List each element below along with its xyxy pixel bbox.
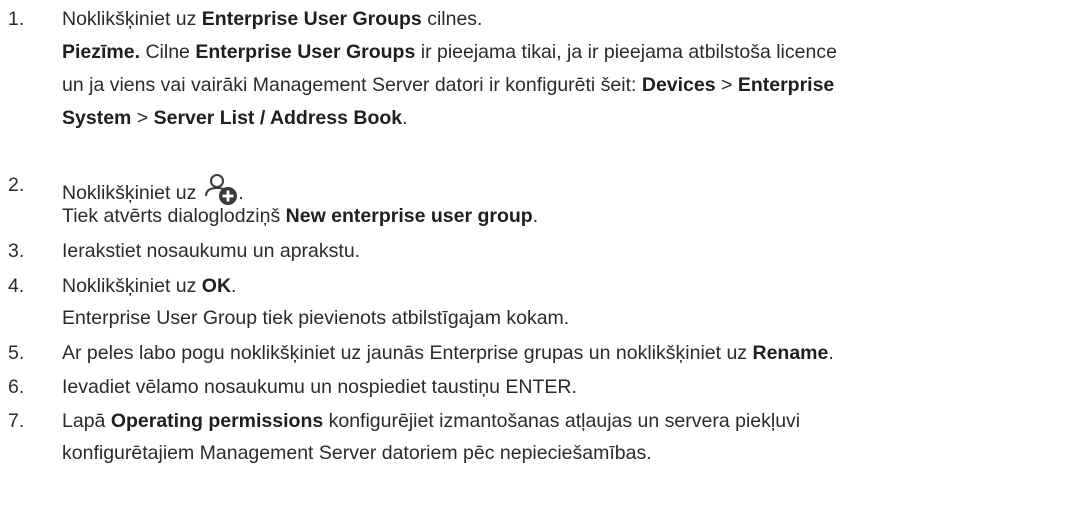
bold-term: Devices (641, 74, 716, 96)
step-number: 6. (8, 376, 25, 398)
note-line-2: un ja viens vai vairāki Management Serve… (62, 72, 834, 98)
bold-term: Server List / Address Book (153, 107, 403, 129)
text: un ja viens vai vairāki Management Serve… (62, 74, 642, 96)
step-5-line-1: Ar peles labo pogu noklikšķiniet uz jaun… (62, 340, 834, 366)
text: Enterprise User Group tiek pievienots at… (62, 307, 570, 329)
step-7-line-1: Lapā Operating permissions konfigurējiet… (62, 408, 800, 434)
text: Ierakstiet nosaukumu un aprakstu. (62, 240, 361, 262)
step-number: 1. (8, 8, 25, 30)
bold-term: New enterprise user group (285, 205, 533, 227)
text: cilnes. (421, 8, 483, 30)
text: . (238, 182, 244, 204)
text: Noklikšķiniet uz (62, 8, 202, 30)
text: Noklikšķiniet uz (62, 182, 197, 204)
step-3-line-1: Ierakstiet nosaukumu un aprakstu. (62, 238, 360, 264)
bold-term: Enterprise (737, 74, 835, 96)
step-number: 2. (8, 174, 25, 196)
step-number: 5. (8, 342, 25, 364)
step-7-line-2: konfigurētajiem Management Server datori… (62, 440, 652, 466)
step-2-line-2: Tiek atvērts dialoglodziņš New enterpris… (62, 203, 538, 229)
step-2-line-1: Noklikšķiniet uz . (62, 172, 244, 206)
text: . (532, 205, 539, 227)
note-label: Piezīme. (62, 41, 141, 63)
text: Ar peles labo pogu noklikšķiniet uz jaun… (62, 342, 753, 364)
bold-term: OK (201, 275, 232, 297)
step-4-line-1: Noklikšķiniet uz OK. (62, 273, 236, 299)
text: . (231, 275, 237, 297)
bold-term: System (62, 107, 132, 129)
bold-term: Operating permissions (110, 410, 324, 432)
note-line-3: System > Server List / Address Book. (62, 105, 408, 131)
note-line-1: Piezīme. Cilne Enterprise User Groups ir… (62, 39, 837, 65)
text: > (715, 74, 738, 96)
bold-term: Rename (752, 342, 829, 364)
step-number: 7. (8, 410, 25, 432)
bold-term: Enterprise User Groups (201, 8, 422, 30)
text: Tiek atvērts dialoglodziņš (62, 205, 286, 227)
step-4-line-2: Enterprise User Group tiek pievienots at… (62, 305, 569, 331)
step-1-line-1: Noklikšķiniet uz Enterprise User Groups … (62, 6, 482, 32)
step-number: 4. (8, 275, 25, 297)
text: > (131, 107, 154, 129)
text: Cilne (140, 41, 196, 63)
text: ir pieejama tikai, ja ir pieejama atbils… (415, 41, 837, 63)
text: . (828, 342, 834, 364)
add-user-icon (204, 172, 238, 206)
text: . (402, 107, 408, 129)
text: Noklikšķiniet uz (62, 275, 202, 297)
text: Lapā (62, 410, 111, 432)
step-6-line-1: Ievadiet vēlamo nosaukumu un nospiediet … (62, 374, 577, 400)
text: konfigurētajiem Management Server datori… (62, 442, 652, 464)
step-number: 3. (8, 240, 25, 262)
text: Ievadiet vēlamo nosaukumu un nospiediet … (62, 376, 577, 398)
text: konfigurējiet izmantošanas atļaujas un s… (323, 410, 801, 432)
bold-term: Enterprise User Groups (195, 41, 416, 63)
